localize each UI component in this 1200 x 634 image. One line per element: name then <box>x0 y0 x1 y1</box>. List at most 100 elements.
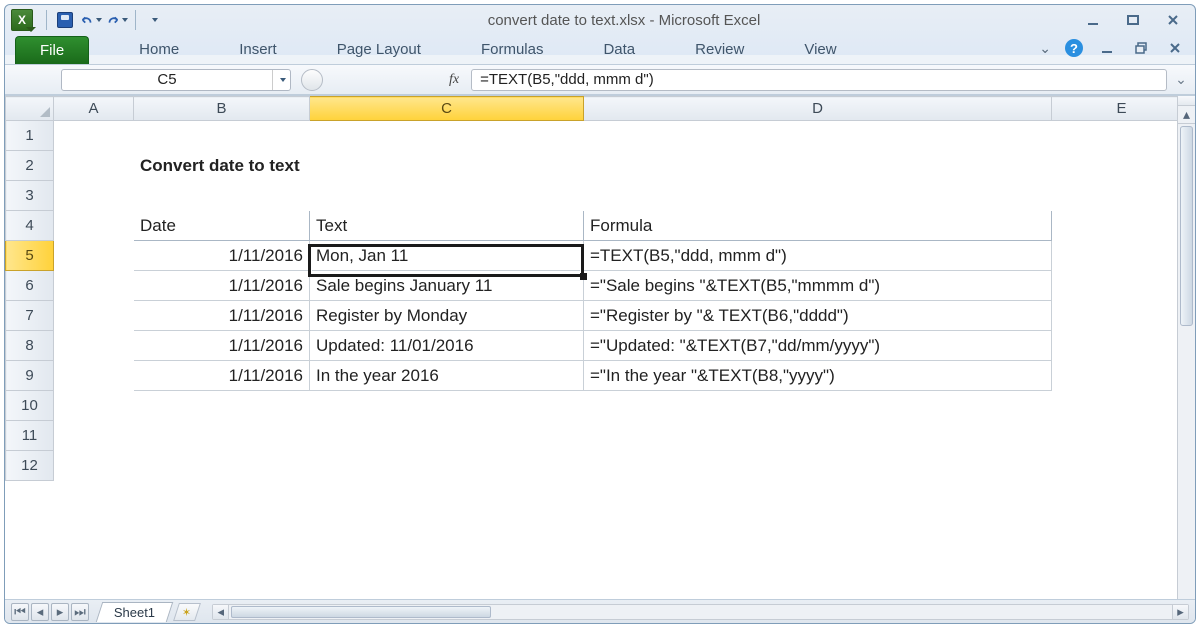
row-header-6[interactable]: 6 <box>6 271 54 301</box>
cell-B8[interactable]: 1/11/2016 <box>134 331 310 361</box>
excel-window: X convert date to text.xlsx - Microsoft … <box>4 4 1196 624</box>
row-header-10[interactable]: 10 <box>6 391 54 421</box>
vertical-scrollbar[interactable]: ▴ <box>1177 96 1195 599</box>
tab-page-layout[interactable]: Page Layout <box>321 36 437 64</box>
tab-nav-prev[interactable]: ◂ <box>31 603 49 621</box>
cell-B6[interactable]: 1/11/2016 <box>134 271 310 301</box>
customize-qat-button[interactable] <box>143 9 165 31</box>
col-header-D[interactable]: D <box>584 97 1052 121</box>
expand-formula-bar-button[interactable]: ⌄ <box>1173 71 1189 88</box>
close-button[interactable] <box>1163 12 1183 28</box>
col-header-E[interactable]: E <box>1052 97 1178 121</box>
cell-C9[interactable]: In the year 2016 <box>310 361 584 391</box>
cell[interactable] <box>54 301 134 331</box>
cell[interactable] <box>1052 211 1178 241</box>
undo-button[interactable] <box>80 9 102 31</box>
cell-D6[interactable]: ="Sale begins "&TEXT(B5,"mmmm d") <box>584 271 1052 301</box>
tab-nav-next[interactable]: ▸ <box>51 603 69 621</box>
cell-D7[interactable]: ="Register by "& TEXT(B6,"dddd") <box>584 301 1052 331</box>
excel-app-icon[interactable]: X <box>11 9 33 31</box>
split-box[interactable] <box>1178 96 1195 106</box>
row-header-3[interactable]: 3 <box>6 181 54 211</box>
cell-C5[interactable]: Mon, Jan 11 <box>310 241 584 271</box>
minimize-button[interactable] <box>1083 12 1103 28</box>
window-title: convert date to text.xlsx - Microsoft Ex… <box>165 12 1083 29</box>
cancel-formula-button[interactable] <box>301 69 323 91</box>
cell-D5[interactable]: =TEXT(B5,"ddd, mmm d") <box>584 241 1052 271</box>
tab-nav-first[interactable]: ⏮ <box>11 603 29 621</box>
cell[interactable] <box>1052 361 1178 391</box>
cell[interactable] <box>54 361 134 391</box>
row-header-11[interactable]: 11 <box>6 421 54 451</box>
row-header-12[interactable]: 12 <box>6 451 54 481</box>
cell[interactable] <box>54 271 134 301</box>
redo-button[interactable] <box>106 9 128 31</box>
row-header-1[interactable]: 1 <box>6 121 54 151</box>
workbook-restore-button[interactable] <box>1131 40 1151 56</box>
cell[interactable] <box>54 121 1178 151</box>
file-tab[interactable]: File <box>15 36 89 64</box>
cell[interactable] <box>54 211 134 241</box>
sheet-tab-active[interactable]: Sheet1 <box>96 602 174 622</box>
row-header-8[interactable]: 8 <box>6 331 54 361</box>
cell[interactable] <box>54 181 1178 211</box>
cell[interactable] <box>1052 271 1178 301</box>
new-sheet-button[interactable]: ✶ <box>173 603 201 621</box>
scroll-right-button[interactable]: ▸ <box>1172 605 1188 619</box>
cell[interactable] <box>54 451 1178 481</box>
selection-fill-handle[interactable] <box>580 273 587 280</box>
cell[interactable] <box>54 151 134 181</box>
scroll-left-button[interactable]: ◂ <box>213 605 229 619</box>
formula-input[interactable]: =TEXT(B5,"ddd, mmm d") <box>471 69 1167 91</box>
cell-C7[interactable]: Register by Monday <box>310 301 584 331</box>
horizontal-scrollbar[interactable]: ◂ ▸ <box>212 604 1189 620</box>
tab-view[interactable]: View <box>788 36 852 64</box>
help-button[interactable]: ? <box>1065 39 1083 57</box>
cell-B7[interactable]: 1/11/2016 <box>134 301 310 331</box>
name-box[interactable]: C5 <box>61 69 291 91</box>
spreadsheet-grid[interactable]: A B C D E 1 2 Convert date to text 3 4 Da… <box>5 96 1177 599</box>
col-header-A[interactable]: A <box>54 97 134 121</box>
save-button[interactable] <box>54 9 76 31</box>
workbook-minimize-button[interactable] <box>1097 40 1117 56</box>
tab-nav-last[interactable]: ⏭ <box>71 603 89 621</box>
cell-D9[interactable]: ="In the year "&TEXT(B8,"yyyy") <box>584 361 1052 391</box>
cell[interactable] <box>54 391 1178 421</box>
tab-data[interactable]: Data <box>587 36 651 64</box>
row-header-9[interactable]: 9 <box>6 361 54 391</box>
name-box-dropdown[interactable] <box>272 70 290 90</box>
cell[interactable] <box>1052 241 1178 271</box>
cell[interactable] <box>54 331 134 361</box>
cell-B5[interactable]: 1/11/2016 <box>134 241 310 271</box>
cell[interactable] <box>1052 301 1178 331</box>
cell[interactable] <box>54 421 1178 451</box>
col-header-B[interactable]: B <box>134 97 310 121</box>
workbook-close-button[interactable] <box>1165 40 1185 56</box>
minimize-ribbon-button[interactable]: ⌄ <box>1039 40 1051 57</box>
table-header-formula[interactable]: Formula <box>584 211 1052 241</box>
row-header-4[interactable]: 4 <box>6 211 54 241</box>
scroll-up-button[interactable]: ▴ <box>1178 106 1195 124</box>
maximize-button[interactable] <box>1123 12 1143 28</box>
col-header-C[interactable]: C <box>310 97 584 121</box>
cell-B9[interactable]: 1/11/2016 <box>134 361 310 391</box>
scroll-thumb[interactable] <box>1180 126 1193 326</box>
fx-label[interactable]: fx <box>449 72 459 88</box>
table-header-text[interactable]: Text <box>310 211 584 241</box>
cell[interactable] <box>54 241 134 271</box>
tab-home[interactable]: Home <box>123 36 195 64</box>
cell[interactable] <box>1052 331 1178 361</box>
cell-C8[interactable]: Updated: 11/01/2016 <box>310 331 584 361</box>
row-header-5[interactable]: 5 <box>6 241 54 271</box>
row-header-2[interactable]: 2 <box>6 151 54 181</box>
select-all-corner[interactable] <box>6 97 54 121</box>
row-header-7[interactable]: 7 <box>6 301 54 331</box>
table-header-date[interactable]: Date <box>134 211 310 241</box>
hscroll-thumb[interactable] <box>231 606 491 618</box>
cell-C6[interactable]: Sale begins January 11 <box>310 271 584 301</box>
tab-formulas[interactable]: Formulas <box>465 36 560 64</box>
sheet-title[interactable]: Convert date to text <box>134 151 1178 181</box>
cell-D8[interactable]: ="Updated: "&TEXT(B7,"dd/mm/yyyy") <box>584 331 1052 361</box>
tab-insert[interactable]: Insert <box>223 36 293 64</box>
tab-review[interactable]: Review <box>679 36 760 64</box>
